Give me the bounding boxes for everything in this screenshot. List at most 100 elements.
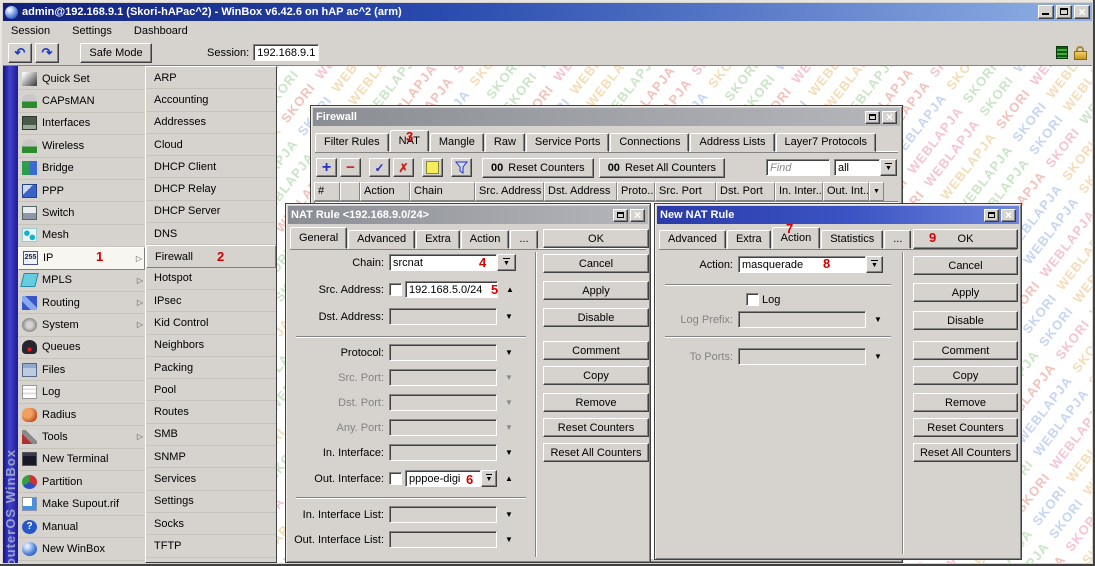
maximize-button[interactable]: [865, 111, 880, 124]
submenu-item-tftp[interactable]: TFTP: [146, 535, 276, 557]
menu-session[interactable]: Session: [9, 23, 52, 39]
protocol-input[interactable]: [389, 344, 497, 361]
expand-arrow-icon[interactable]: [874, 316, 882, 324]
sidebar-item-radius[interactable]: Radius: [18, 404, 145, 426]
submenu-item-kid-control[interactable]: Kid Control: [146, 312, 276, 334]
dropdown-arrow-icon[interactable]: [497, 254, 516, 271]
apply-button[interactable]: Apply: [913, 283, 1018, 302]
submenu-item-dhcp-relay[interactable]: DHCP Relay: [146, 178, 276, 200]
cancel-button[interactable]: Cancel: [913, 256, 1018, 275]
sidebar-item-ppp[interactable]: PPP: [18, 180, 145, 202]
find-input[interactable]: [766, 159, 830, 176]
reset-counters-button[interactable]: Reset Counters: [543, 418, 649, 437]
submenu-item-settings[interactable]: Settings: [146, 491, 276, 513]
minimize-button[interactable]: [1038, 5, 1054, 19]
tab-mangle[interactable]: Mangle: [430, 133, 484, 152]
expand-arrow-icon[interactable]: [505, 511, 513, 519]
submenu-item-ipsec[interactable]: IPsec: [146, 290, 276, 312]
log-checkbox[interactable]: [746, 293, 759, 306]
submenu-item-pool[interactable]: Pool: [146, 379, 276, 401]
src-address-checkbox[interactable]: [389, 283, 402, 296]
safe-mode-button[interactable]: Safe Mode: [80, 43, 152, 63]
redo-icon[interactable]: ↷: [35, 43, 59, 63]
sidebar-item-quick-set[interactable]: Quick Set: [18, 68, 145, 90]
ok-button[interactable]: OK: [543, 229, 649, 248]
submenu-item-addresses[interactable]: Addresses: [146, 112, 276, 134]
remove-icon[interactable]: [340, 158, 361, 177]
submenu-item-services[interactable]: Services: [146, 468, 276, 490]
tab-more[interactable]: ...: [510, 230, 537, 249]
submenu-item-routes[interactable]: Routes: [146, 401, 276, 423]
expand-arrow-icon[interactable]: [505, 536, 513, 544]
sidebar-item-mpls[interactable]: MPLS: [18, 270, 145, 292]
close-button[interactable]: [630, 209, 645, 222]
column-options-icon[interactable]: [869, 182, 884, 201]
firewall-titlebar[interactable]: Firewall: [313, 108, 900, 126]
sidebar-item-system[interactable]: System: [18, 314, 145, 336]
close-button[interactable]: [1074, 5, 1090, 19]
remove-button[interactable]: Remove: [913, 393, 1018, 412]
reset-counters-button[interactable]: Reset Counters: [913, 418, 1018, 437]
tab-advanced[interactable]: Advanced: [348, 230, 415, 249]
remove-button[interactable]: Remove: [543, 393, 649, 412]
submenu-item-arp[interactable]: ARP: [146, 67, 276, 89]
tab-extra[interactable]: Extra: [727, 230, 771, 249]
enable-icon[interactable]: [369, 158, 390, 177]
reset-all-counters-button[interactable]: Reset All Counters: [543, 443, 649, 462]
sidebar-item-new-terminal[interactable]: New Terminal: [18, 449, 145, 471]
cancel-button[interactable]: Cancel: [543, 254, 649, 273]
nat-rule-titlebar[interactable]: NAT Rule <192.168.9.0/24>: [288, 206, 648, 224]
collapse-arrow-icon[interactable]: [506, 286, 514, 294]
sidebar-item-files[interactable]: Files: [18, 359, 145, 381]
submenu-item-traffic-flow[interactable]: Traffic Flow: [146, 558, 276, 563]
tab-extra[interactable]: Extra: [416, 230, 460, 249]
submenu-item-smb[interactable]: SMB: [146, 424, 276, 446]
filter-select[interactable]: all: [834, 159, 880, 176]
in-interface-input[interactable]: [389, 444, 497, 461]
sidebar-item-new-winbox[interactable]: New WinBox: [18, 538, 145, 560]
sidebar-item-capsman[interactable]: CAPsMAN: [18, 90, 145, 112]
submenu-item-packing[interactable]: Packing: [146, 357, 276, 379]
new-nat-rule-titlebar[interactable]: New NAT Rule: [657, 206, 1019, 224]
tab-general[interactable]: General: [290, 227, 347, 249]
tab-connections[interactable]: Connections: [610, 133, 689, 152]
collapse-arrow-icon[interactable]: [505, 475, 513, 483]
disable-icon[interactable]: [393, 158, 414, 177]
sidebar-item-wireless[interactable]: Wireless: [18, 135, 145, 157]
submenu-item-firewall[interactable]: Firewall: [146, 245, 276, 267]
tab-action[interactable]: Action: [461, 230, 510, 249]
copy-button[interactable]: Copy: [913, 366, 1018, 385]
filter-funnel-icon[interactable]: [451, 158, 472, 177]
tab-address-lists[interactable]: Address Lists: [690, 133, 774, 152]
menu-settings[interactable]: Settings: [70, 23, 114, 39]
reset-all-counters-button[interactable]: Reset All Counters: [913, 443, 1018, 462]
sidebar-item-tools[interactable]: Tools: [18, 426, 145, 448]
submenu-item-neighbors[interactable]: Neighbors: [146, 335, 276, 357]
maximize-button[interactable]: [1056, 5, 1072, 19]
tab-action[interactable]: Action: [772, 227, 821, 249]
tab-filter-rules[interactable]: Filter Rules: [315, 133, 389, 152]
src-address-input[interactable]: [405, 281, 498, 298]
undo-icon[interactable]: ↶: [8, 43, 32, 63]
log-prefix-input[interactable]: [738, 311, 866, 328]
maximize-button[interactable]: [613, 209, 628, 222]
close-button[interactable]: [1001, 209, 1016, 222]
expand-arrow-icon[interactable]: [505, 313, 513, 321]
comment-button[interactable]: Comment: [543, 341, 649, 360]
expand-arrow-icon[interactable]: [874, 353, 882, 361]
dst-address-input[interactable]: [389, 308, 497, 325]
submenu-item-dhcp-client[interactable]: DHCP Client: [146, 156, 276, 178]
submenu-item-socks[interactable]: Socks: [146, 513, 276, 535]
sidebar-item-switch[interactable]: Switch: [18, 202, 145, 224]
submenu-item-dhcp-server[interactable]: DHCP Server: [146, 201, 276, 223]
tab-more[interactable]: ...: [884, 230, 911, 249]
expand-arrow-icon[interactable]: [505, 349, 513, 357]
in-interface-list-input[interactable]: [389, 506, 497, 523]
dropdown-arrow-icon[interactable]: [866, 256, 883, 273]
submenu-item-hotspot[interactable]: Hotspot: [146, 268, 276, 290]
sidebar-item-make-supout[interactable]: Make Supout.rif: [18, 493, 145, 515]
disable-button[interactable]: Disable: [543, 308, 649, 327]
tab-layer7-protocols[interactable]: Layer7 Protocols: [776, 133, 877, 152]
disable-button[interactable]: Disable: [913, 311, 1018, 330]
dropdown-arrow-icon[interactable]: [880, 159, 897, 176]
